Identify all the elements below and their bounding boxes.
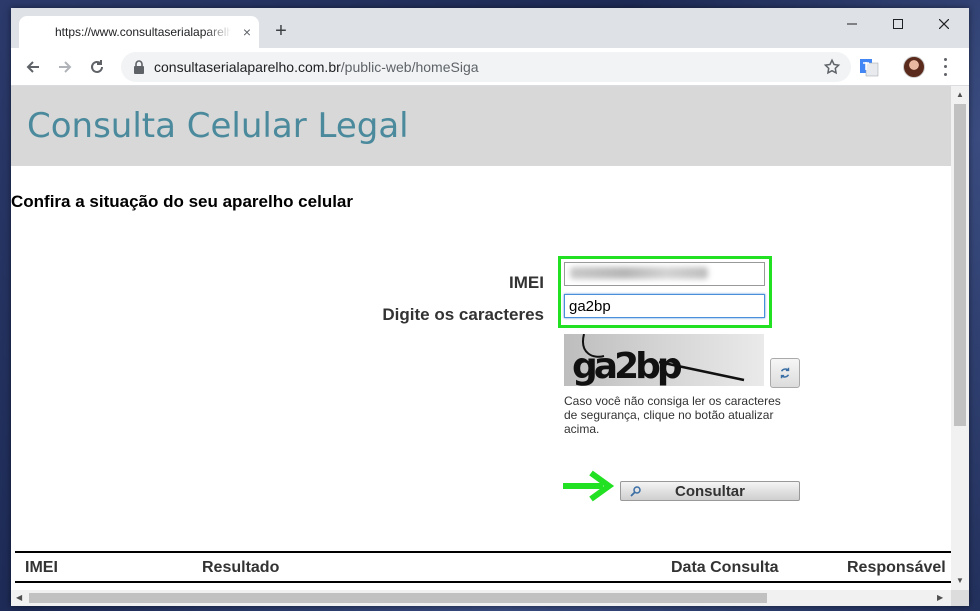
horizontal-scroll-thumb[interactable] (29, 593, 767, 603)
results-table-header: IMEI Resultado Data Consulta Responsável (15, 551, 951, 583)
vertical-scrollbar[interactable]: ▲ ▼ (951, 86, 969, 590)
back-arrow-icon (26, 61, 39, 73)
captcha-glyphs: ga2bp (572, 346, 682, 386)
back-button[interactable] (21, 55, 45, 79)
scroll-left-icon[interactable]: ◀ (16, 593, 22, 603)
vertical-scroll-thumb[interactable] (954, 104, 966, 426)
captcha-image: ga2bp (564, 334, 764, 386)
scroll-right-icon[interactable]: ▶ (937, 593, 943, 603)
col-resultado: Resultado (202, 559, 280, 576)
new-tab-button[interactable]: + (269, 20, 293, 44)
browser-tab[interactable]: https://www.consultaserialaparelho.com.b… (19, 16, 259, 48)
browser-toolbar: consultaserialaparelho.com.br/public-web… (11, 48, 969, 86)
col-imei: IMEI (25, 559, 58, 576)
scroll-down-icon[interactable]: ▼ (956, 576, 964, 586)
reload-icon (91, 60, 103, 73)
title-bar: https://www.consultaserialaparelho.com.b… (11, 8, 969, 48)
scroll-up-icon[interactable]: ▲ (956, 90, 964, 100)
imei-label: IMEI (509, 273, 544, 292)
horizontal-scrollbar[interactable]: ◀ ▶ (11, 590, 951, 606)
site-title: Consulta Celular Legal (27, 106, 409, 146)
maximize-button[interactable] (875, 10, 921, 38)
scrollbar-corner (951, 590, 969, 606)
minimize-icon (847, 23, 857, 25)
captcha-input[interactable] (564, 294, 765, 318)
forward-arrow-icon (59, 61, 72, 73)
close-window-button[interactable] (921, 10, 967, 38)
refresh-icon (780, 367, 790, 379)
close-icon (939, 19, 949, 29)
url-path: /public-web/homeSiga (340, 59, 479, 75)
bookmark-star-icon[interactable] (823, 58, 841, 76)
tab-close-icon[interactable]: × (239, 24, 255, 40)
reload-button[interactable] (85, 55, 109, 79)
page-viewport: Consulta Celular Legal Confira a situaçã… (11, 86, 951, 590)
url-text: consultaserialaparelho.com.br/public-web… (154, 59, 479, 75)
captcha-noise: ga2bp (572, 334, 745, 386)
menu-dots-icon[interactable] (937, 56, 953, 78)
address-bar[interactable]: consultaserialaparelho.com.br/public-web… (121, 52, 851, 82)
consultar-button[interactable]: Consultar (620, 481, 800, 501)
col-responsavel: Responsável (847, 559, 946, 576)
profile-avatar[interactable] (903, 56, 925, 78)
consultar-label: Consultar (674, 482, 745, 500)
tab-title: https://www.consultaserialaparelho.com.b… (55, 25, 231, 39)
lock-icon (134, 60, 144, 74)
site-banner: Consulta Celular Legal (11, 86, 951, 166)
green-arrow-icon (563, 470, 615, 502)
captcha-help-text: Caso você não consiga ler os caracteres … (564, 394, 781, 436)
browser-window: https://www.consultaserialaparelho.com.b… (11, 8, 969, 606)
minimize-button[interactable] (829, 10, 875, 38)
chars-label: Digite os caracteres (382, 305, 544, 324)
search-icon (621, 485, 651, 497)
url-host: consultaserialaparelho.com.br (154, 59, 341, 75)
imei-redacted-value (570, 267, 708, 279)
page-subtitle: Confira a situação do seu aparelho celul… (11, 192, 353, 211)
captcha-refresh-button[interactable] (770, 358, 800, 388)
translate-extension-icon[interactable] (859, 57, 879, 77)
maximize-icon (893, 19, 903, 29)
col-data-consulta: Data Consulta (671, 559, 779, 576)
forward-button[interactable] (53, 55, 77, 79)
